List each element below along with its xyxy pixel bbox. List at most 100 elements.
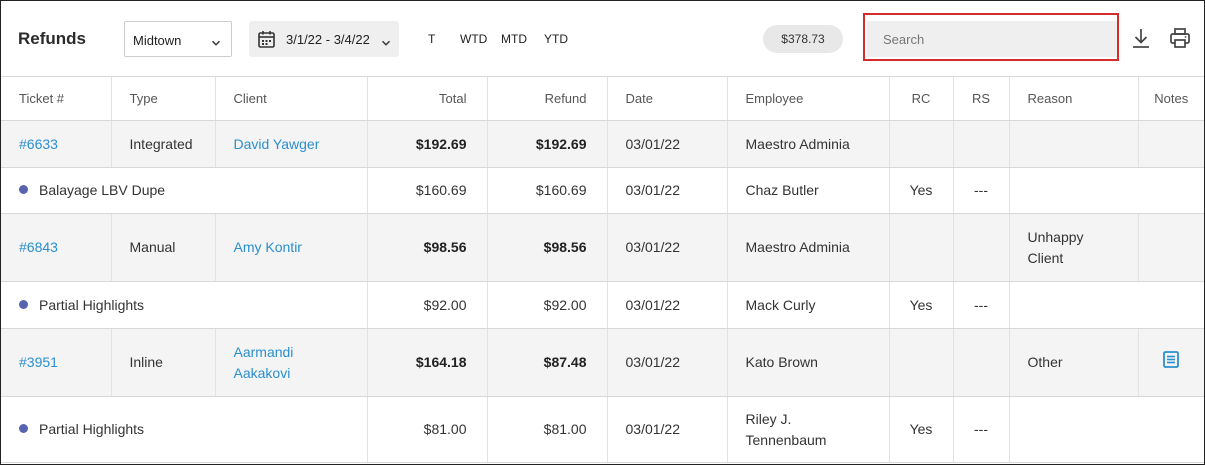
date-range-picker[interactable]: 3/1/22 - 3/4/22 <box>249 21 399 57</box>
location-select-value: Midtown <box>133 33 182 48</box>
ticket-type: Integrated <box>111 120 216 168</box>
ticket-employee: Maestro Adminia <box>727 213 890 282</box>
ticket-rc <box>889 120 954 168</box>
table-header-row: Ticket # Type Client Total Refund Date E… <box>1 77 1204 121</box>
ticket-rs <box>953 328 1010 397</box>
ticket-total: $98.56 <box>367 213 488 282</box>
service-rs: --- <box>953 281 1010 329</box>
ticket-notes <box>1138 213 1204 282</box>
ticket-link[interactable]: #6843 <box>1 213 112 282</box>
client-link[interactable]: Aarmandi Aakakovi <box>215 328 368 397</box>
service-name: Balayage LBV Dupe <box>39 182 166 198</box>
refunds-report: Refunds Midtown 3/1/22 - 3/4/22 T WTD MT… <box>0 0 1205 465</box>
table-row: #3951 Inline Aarmandi Aakakovi $164.18 $… <box>1 328 1204 397</box>
ticket-link[interactable]: #6633 <box>1 120 112 168</box>
range-mtd-button[interactable]: MTD <box>501 32 527 46</box>
ticket-refund: $192.69 <box>487 120 608 168</box>
table-row: #6633 Integrated David Yawger $192.69 $1… <box>1 120 1204 168</box>
search-input[interactable] <box>867 21 1117 57</box>
service-total: $160.69 <box>367 167 488 214</box>
table-row: #6843 Manual Amy Kontir $98.56 $98.56 03… <box>1 213 1204 282</box>
col-header-rc[interactable]: RC <box>889 77 954 121</box>
service-date: 03/01/22 <box>607 167 728 214</box>
ticket-rs <box>953 213 1010 282</box>
chevron-down-icon <box>381 35 391 53</box>
calendar-icon <box>258 30 275 53</box>
col-header-ticket[interactable]: Ticket # <box>1 77 112 121</box>
service-dot <box>19 299 28 309</box>
note-icon[interactable] <box>1163 351 1180 374</box>
ticket-employee: Maestro Adminia <box>727 120 890 168</box>
table-row: Partial Highlights $81.00 $81.00 03/01/2… <box>1 396 1204 463</box>
ticket-rc <box>889 328 954 397</box>
table-row: Balayage LBV Dupe $160.69 $160.69 03/01/… <box>1 167 1204 214</box>
service-total: $92.00 <box>367 281 488 329</box>
service-blank <box>1009 281 1204 329</box>
ticket-rs <box>953 120 1010 168</box>
range-today-button[interactable]: T <box>428 32 435 46</box>
table-row: Partial Highlights $92.00 $92.00 03/01/2… <box>1 281 1204 329</box>
service-name: Partial Highlights <box>39 421 145 437</box>
ticket-date: 03/01/22 <box>607 120 728 168</box>
ticket-rc <box>889 213 954 282</box>
location-select[interactable]: Midtown <box>124 21 232 57</box>
ticket-notes <box>1138 328 1204 397</box>
ticket-type: Inline <box>111 328 216 397</box>
range-ytd-button[interactable]: YTD <box>544 32 568 46</box>
col-header-total[interactable]: Total <box>367 77 488 121</box>
ticket-reason: Other <box>1009 328 1139 397</box>
ticket-date: 03/01/22 <box>607 213 728 282</box>
ticket-refund: $87.48 <box>487 328 608 397</box>
client-link[interactable]: Amy Kontir <box>215 213 368 282</box>
service-item: Partial Highlights <box>1 281 368 329</box>
service-rc: Yes <box>889 396 954 463</box>
service-employee: Riley J. Tennenbaum <box>727 396 890 463</box>
ticket-type: Manual <box>111 213 216 282</box>
col-header-date[interactable]: Date <box>607 77 728 121</box>
toolbar: Refunds Midtown 3/1/22 - 3/4/22 T WTD MT… <box>1 1 1204 77</box>
service-date: 03/01/22 <box>607 281 728 329</box>
search-field-bg <box>867 21 1117 57</box>
search-box <box>863 13 1119 61</box>
ticket-refund: $98.56 <box>487 213 608 282</box>
service-date: 03/01/22 <box>607 396 728 463</box>
service-blank <box>1009 396 1204 463</box>
col-header-employee[interactable]: Employee <box>727 77 890 121</box>
col-header-reason[interactable]: Reason <box>1009 77 1139 121</box>
col-header-notes[interactable]: Notes <box>1138 77 1204 121</box>
col-header-client[interactable]: Client <box>215 77 368 121</box>
printer-icon[interactable] <box>1169 27 1191 49</box>
service-dot <box>19 424 28 433</box>
download-icon[interactable] <box>1130 27 1152 49</box>
ticket-reason: Unhappy Client <box>1009 213 1139 282</box>
col-header-refund[interactable]: Refund <box>487 77 608 121</box>
refunds-table: Ticket # Type Client Total Refund Date E… <box>1 77 1204 463</box>
service-rs: --- <box>953 396 1010 463</box>
ticket-total: $164.18 <box>367 328 488 397</box>
ticket-employee: Kato Brown <box>727 328 890 397</box>
ticket-reason <box>1009 120 1139 168</box>
ticket-link[interactable]: #3951 <box>1 328 112 397</box>
ticket-date: 03/01/22 <box>607 328 728 397</box>
ticket-total: $192.69 <box>367 120 488 168</box>
ticket-notes <box>1138 120 1204 168</box>
service-blank <box>1009 167 1204 214</box>
client-link[interactable]: David Yawger <box>215 120 368 168</box>
page-title: Refunds <box>18 29 86 48</box>
service-refund: $81.00 <box>487 396 608 463</box>
total-refund-badge: $378.73 <box>763 25 843 53</box>
service-employee: Chaz Butler <box>727 167 890 214</box>
service-refund: $92.00 <box>487 281 608 329</box>
range-wtd-button[interactable]: WTD <box>460 32 487 46</box>
service-name: Partial Highlights <box>39 296 145 313</box>
service-item: Balayage LBV Dupe <box>1 167 368 214</box>
chevron-down-icon <box>211 35 221 53</box>
date-range-value: 3/1/22 - 3/4/22 <box>286 32 370 47</box>
service-rc: Yes <box>889 281 954 329</box>
col-header-type[interactable]: Type <box>111 77 216 121</box>
col-header-rs[interactable]: RS <box>953 77 1010 121</box>
service-item: Partial Highlights <box>1 396 368 463</box>
service-rs: --- <box>953 167 1010 214</box>
service-refund: $160.69 <box>487 167 608 214</box>
service-total: $81.00 <box>367 396 488 463</box>
